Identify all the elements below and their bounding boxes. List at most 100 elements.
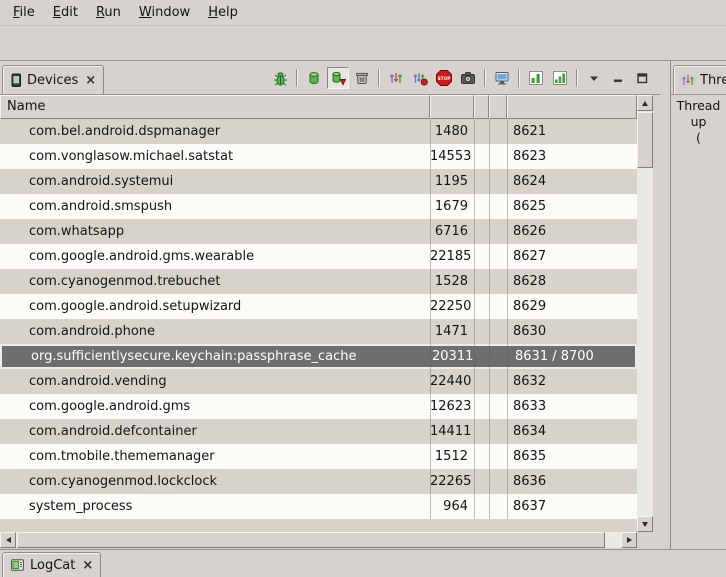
- process-pid: 1679: [430, 199, 474, 214]
- menu-run[interactable]: Run: [87, 2, 130, 23]
- debug-icon[interactable]: [269, 67, 291, 89]
- tab-logcat[interactable]: LogCat ×: [2, 552, 101, 577]
- dump-hprof-icon[interactable]: [327, 67, 349, 89]
- process-port: 8621: [507, 124, 637, 139]
- heap-chart-icon[interactable]: [525, 67, 547, 89]
- column-grid-line: [474, 119, 475, 519]
- table-row[interactable]: com.google.android.gms126238633: [0, 394, 637, 419]
- vertical-scrollbar[interactable]: [637, 95, 653, 532]
- toolbar-separator: [296, 69, 298, 87]
- table-header: Name: [0, 95, 637, 119]
- table-row[interactable]: com.vonglasow.michael.satstat145538623: [0, 144, 637, 169]
- column-header-blank-3[interactable]: [489, 95, 507, 119]
- scroll-left-button[interactable]: [0, 532, 16, 548]
- process-pid: 1512: [430, 449, 474, 464]
- devices-panel: Devices × STOP Name com.bel.android.dspm…: [0, 61, 660, 549]
- process-port: 8625: [507, 199, 637, 214]
- process-pid: 1195: [430, 174, 474, 189]
- table-row[interactable]: com.cyanogenmod.trebuchet15288628: [0, 269, 637, 294]
- close-icon[interactable]: ×: [85, 73, 96, 88]
- menu-file[interactable]: File: [4, 2, 44, 23]
- table-row[interactable]: com.bel.android.dspmanager14808621: [0, 119, 637, 144]
- table-row[interactable]: com.android.phone14718630: [0, 319, 637, 344]
- table-row[interactable]: system_process9648637: [0, 494, 637, 519]
- left-arrow-icon: [6, 537, 11, 543]
- threads-message-line1: Thread up: [671, 98, 726, 130]
- tab-threads[interactable]: Threa: [673, 65, 726, 94]
- menu-help[interactable]: Help: [199, 2, 247, 23]
- tab-devices-label: Devices: [27, 73, 78, 88]
- process-pid: 20311: [432, 349, 476, 364]
- process-pid: 1480: [430, 124, 474, 139]
- process-name: com.android.systemui: [0, 174, 430, 189]
- horizontal-scrollbar-thumb[interactable]: [17, 532, 605, 548]
- process-port: 8629: [507, 299, 637, 314]
- column-grid-line: [507, 119, 508, 519]
- process-pid: 22265: [430, 474, 474, 489]
- column-header-blank-1[interactable]: [430, 95, 474, 119]
- allocation-chart-icon[interactable]: [549, 67, 571, 89]
- right-arrow-icon: [627, 537, 632, 543]
- process-name: com.android.phone: [0, 324, 430, 339]
- scroll-right-button[interactable]: [621, 532, 637, 548]
- process-name: com.android.smspush: [0, 199, 430, 214]
- table-row[interactable]: com.whatsapp67168626: [0, 219, 637, 244]
- table-row[interactable]: com.google.android.setupwizard222508629: [0, 294, 637, 319]
- bottom-bar: LogCat ×: [0, 549, 726, 577]
- process-port: 8632: [507, 374, 637, 389]
- toolbar-separator: [576, 69, 578, 87]
- process-pid: 1528: [430, 274, 474, 289]
- main-toolbar: [0, 26, 726, 60]
- menu-window[interactable]: Window: [130, 2, 199, 23]
- panel-divider[interactable]: [660, 61, 670, 549]
- process-pid: 22440: [430, 374, 474, 389]
- tab-threads-label: Threa: [700, 73, 726, 88]
- close-icon[interactable]: ×: [82, 558, 93, 573]
- screen-capture-icon[interactable]: [457, 67, 479, 89]
- tab-devices[interactable]: Devices ×: [2, 65, 104, 94]
- column-header-name[interactable]: Name: [0, 95, 430, 119]
- process-pid: 22185: [430, 249, 474, 264]
- process-port: 8624: [507, 174, 637, 189]
- table-row[interactable]: com.android.systemui1195 8624: [0, 169, 637, 194]
- table-row[interactable]: com.android.vending224408632: [0, 369, 637, 394]
- gc-trash-icon[interactable]: [351, 67, 373, 89]
- toolbar-separator: [378, 69, 380, 87]
- process-table-body: com.bel.android.dspmanager14808621com.vo…: [0, 119, 637, 532]
- column-header-blank-2[interactable]: [474, 95, 489, 119]
- down-arrow-icon: [642, 522, 648, 527]
- column-header-blank-4[interactable]: [507, 95, 637, 119]
- stop-process-icon[interactable]: STOP: [433, 67, 455, 89]
- view-menu-icon[interactable]: [583, 67, 605, 89]
- update-heap-icon[interactable]: [303, 67, 325, 89]
- table-row[interactable]: com.android.smspush1679 8625: [0, 194, 637, 219]
- process-port: 8628: [507, 274, 637, 289]
- table-row[interactable]: com.cyanogenmod.lockclock222658636: [0, 469, 637, 494]
- vertical-scrollbar-thumb[interactable]: [637, 112, 653, 168]
- process-name: com.cyanogenmod.lockclock: [0, 474, 430, 489]
- process-port: 8627: [507, 249, 637, 264]
- menu-edit[interactable]: Edit: [44, 2, 87, 23]
- table-row[interactable]: com.android.defcontainer144118634: [0, 419, 637, 444]
- process-port: 8630: [507, 324, 637, 339]
- process-port: 8635: [507, 449, 637, 464]
- table-row[interactable]: com.tmobile.thememanager1512 8635: [0, 444, 637, 469]
- method-profiling-icon[interactable]: [409, 67, 431, 89]
- horizontal-scrollbar[interactable]: [0, 532, 637, 548]
- maximize-icon[interactable]: [631, 67, 653, 89]
- process-name: com.tmobile.thememanager: [0, 449, 430, 464]
- toolbar-separator: [484, 69, 486, 87]
- device-icon: [10, 73, 22, 88]
- threads-tabbar: Threa: [671, 61, 726, 95]
- process-pid: 22250: [430, 299, 474, 314]
- scroll-down-button[interactable]: [637, 516, 653, 532]
- table-row[interactable]: com.google.android.gms.wearable221858627: [0, 244, 637, 269]
- update-threads-icon[interactable]: [385, 67, 407, 89]
- minimize-icon[interactable]: [607, 67, 629, 89]
- menubar: FileEditRunWindowHelp: [0, 0, 726, 26]
- table-row[interactable]: org.sufficientlysecure.keychain:passphra…: [0, 344, 637, 369]
- process-name: com.android.defcontainer: [0, 424, 430, 439]
- scroll-up-button[interactable]: [637, 95, 653, 111]
- tab-logcat-label: LogCat: [30, 558, 75, 573]
- screen-record-icon[interactable]: [491, 67, 513, 89]
